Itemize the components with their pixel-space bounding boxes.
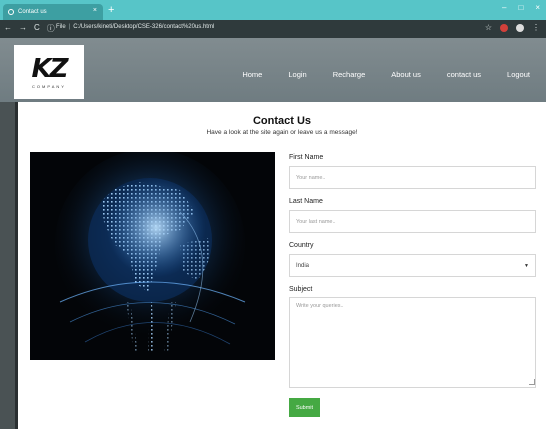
globe-hero-image [30, 152, 275, 360]
minimize-icon[interactable]: – [502, 3, 506, 12]
tab-contact-us[interactable]: Contact us × [3, 4, 103, 20]
company-logo[interactable]: KZ COMPANY [14, 45, 84, 99]
nav-recharge[interactable]: Recharge [333, 70, 366, 79]
extension-area: ☆ ⋮ [485, 23, 540, 32]
site-header: KZ COMPANY Home Login Recharge About us … [0, 38, 546, 102]
nav-login[interactable]: Login [288, 70, 306, 79]
last-name-input[interactable] [289, 210, 536, 233]
url-label: File [56, 24, 66, 30]
star-icon[interactable]: ☆ [485, 23, 492, 32]
resize-handle-icon[interactable] [529, 379, 535, 385]
logo-mark: KZ [31, 53, 69, 84]
main-nav: Home Login Recharge About us contact us … [216, 70, 530, 79]
page-title: Contact Us [252, 115, 312, 127]
subject-textarea[interactable] [289, 297, 536, 388]
country-value: India [296, 262, 310, 269]
menu-icon[interactable]: ⋮ [532, 23, 540, 32]
subject-label: Subject [289, 286, 313, 293]
nav-contact-us[interactable]: contact us [447, 70, 481, 79]
browser-window: Contact us × + – □ × ← → C ⓘ File | C:/Use… [0, 0, 546, 429]
close-tab-icon[interactable]: × [93, 7, 97, 14]
nav-buttons: ← → C ⓘ [4, 23, 55, 34]
address-bar: ← → C ⓘ File | C:/Users/kineti/Desktop/CSE… [0, 20, 546, 38]
globe-icon [8, 9, 14, 15]
maximize-icon[interactable]: □ [518, 3, 523, 12]
back-icon[interactable]: ← [4, 23, 12, 34]
tab-title: Contact us [18, 9, 47, 15]
nav-logout[interactable]: Logout [507, 70, 530, 79]
url-separator: | [68, 24, 71, 30]
chevron-down-icon: ▼ [524, 262, 529, 269]
extension-icon[interactable] [500, 23, 508, 32]
profile-icon[interactable] [516, 23, 524, 32]
new-tab-icon[interactable]: + [108, 4, 114, 16]
tab-bar: Contact us × + – □ × [0, 0, 546, 20]
nav-home[interactable]: Home [242, 70, 262, 79]
last-name-label: Last Name [289, 198, 323, 205]
forward-icon[interactable]: → [19, 23, 27, 34]
close-window-icon[interactable]: × [535, 3, 540, 12]
page-subtitle: Have a look at the site again or leave u… [206, 129, 358, 136]
info-icon[interactable]: ⓘ [47, 23, 55, 34]
contact-section: Contact Us Have a look at the site again… [18, 102, 546, 429]
reload-icon[interactable]: C [34, 23, 40, 34]
first-name-label: First Name [289, 154, 324, 161]
url-field[interactable]: File | C:/Users/kineti/Desktop/CSE-326/con… [56, 24, 214, 30]
first-name-input[interactable] [289, 166, 536, 189]
nav-about-us[interactable]: About us [391, 70, 421, 79]
url-text: C:/Users/kineti/Desktop/CSE-326/contact%… [73, 24, 215, 30]
window-controls: – □ × [502, 3, 540, 12]
page-left-border [0, 102, 18, 429]
country-select[interactable]: India ▼ [289, 254, 536, 277]
logo-subtext: COMPANY [32, 83, 66, 89]
submit-button[interactable]: Submit [289, 398, 320, 417]
country-label: Country [289, 242, 314, 249]
digital-globe-illustration [30, 152, 275, 360]
